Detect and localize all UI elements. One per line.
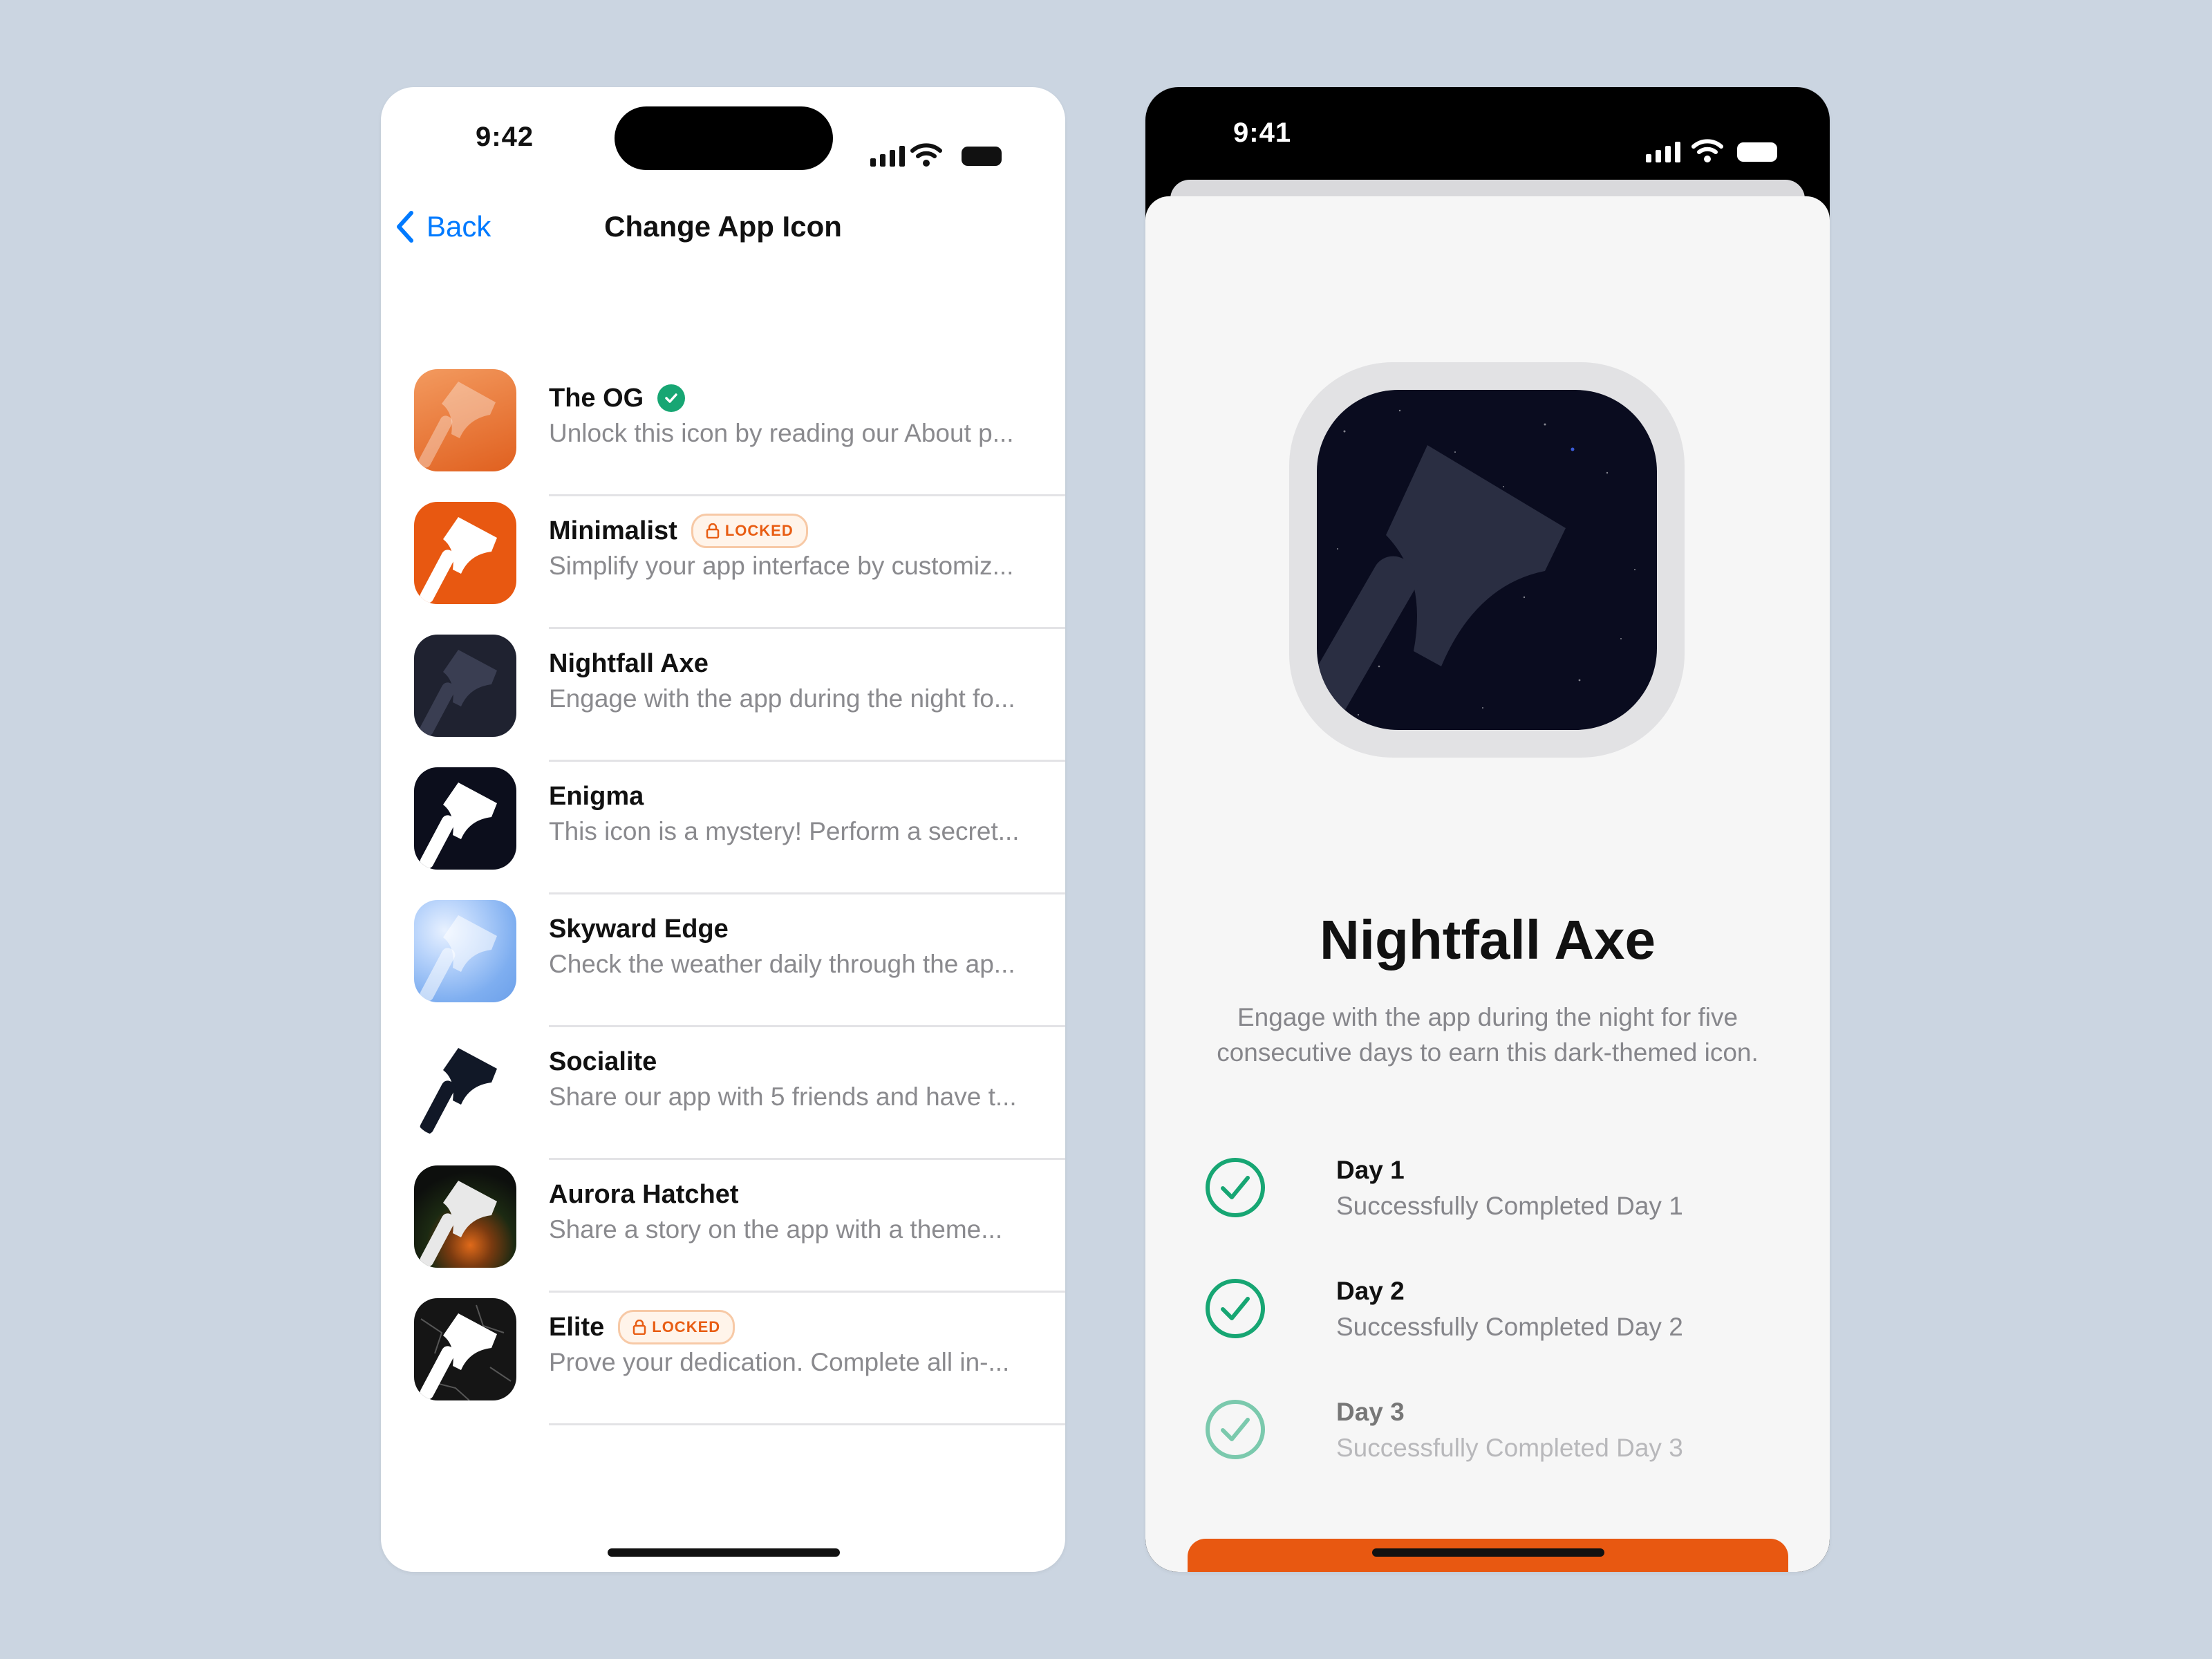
locked-label: LOCKED: [652, 1318, 721, 1335]
day-title: Day 1: [1336, 1156, 1405, 1184]
cellular-signal-icon: [1646, 142, 1680, 162]
item-name: Aurora Hatchet: [549, 1179, 739, 1209]
item-description: This icon is a mystery! Perform a secret…: [549, 817, 1020, 845]
list-item-socialite[interactable]: Socialite Share our app with 5 friends a…: [381, 1027, 1065, 1160]
detail-title: Nightfall Axe: [1320, 909, 1656, 971]
lock-icon: [633, 1320, 646, 1335]
nightfall-axe-app-icon: [414, 635, 516, 737]
item-description: Unlock this icon by reading our About p.…: [549, 419, 1014, 447]
progress-day-2: Day 2 Successfully Completed Day 2: [1205, 1271, 1788, 1392]
list-item-minimalist[interactable]: Minimalist LOCKED Simplify your app inte…: [381, 496, 1065, 629]
detail-description: Engage with the app during the night for…: [1217, 1003, 1759, 1067]
day-title: Day 2: [1336, 1277, 1405, 1305]
icon-detail-screen: 9:41 Nightfall Axe Engage with the app d…: [1145, 87, 1830, 1572]
locked-badge: LOCKED: [691, 514, 808, 548]
dynamic-island: [615, 106, 833, 170]
item-description: Engage with the app during the night fo.…: [549, 684, 1015, 713]
home-indicator[interactable]: [1372, 1548, 1604, 1557]
list-item-aurora-hatchet[interactable]: Aurora Hatchet Share a story on the app …: [381, 1160, 1065, 1293]
item-name: Enigma: [549, 781, 644, 811]
day-status: Successfully Completed Day 3: [1336, 1434, 1683, 1462]
home-indicator[interactable]: [608, 1548, 840, 1557]
day-status: Successfully Completed Day 1: [1336, 1192, 1683, 1220]
cellular-signal-icon: [870, 146, 905, 167]
icon-preview-frame: [1289, 362, 1685, 758]
item-name: Skyward Edge: [549, 914, 729, 944]
status-time: 9:41: [1233, 118, 1292, 148]
icon-list-screen: 9:42 Back Change App Icon The OG Unlock …: [381, 87, 1065, 1572]
wifi-icon: [1691, 139, 1723, 162]
aurora-hatchet-app-icon: [414, 1165, 516, 1268]
lock-icon: [706, 523, 720, 538]
list-item-the-og[interactable]: The OG Unlock this icon by reading our A…: [381, 364, 1065, 496]
chevron-left-icon: [397, 211, 413, 243]
item-name: Elite: [549, 1312, 605, 1342]
day-status: Successfully Completed Day 2: [1336, 1313, 1683, 1341]
progress-day-1: Day 1 Successfully Completed Day 1: [1205, 1150, 1788, 1271]
check-circle-icon: [1206, 1158, 1265, 1217]
status-bar: 9:41: [1145, 87, 1830, 191]
item-description: Simplify your app interface by customiz.…: [549, 552, 1014, 580]
back-label: Back: [427, 210, 491, 243]
elite-app-icon: [414, 1298, 516, 1400]
day-title: Day 3: [1336, 1398, 1405, 1426]
item-name: Socialite: [549, 1047, 657, 1076]
battery-icon: [962, 147, 1002, 166]
verified-check-icon: [657, 384, 686, 412]
locked-label: LOCKED: [724, 522, 794, 539]
check-circle-icon: [1206, 1400, 1265, 1459]
enigma-app-icon: [414, 767, 516, 870]
status-bar: 9:42: [381, 87, 1065, 191]
the-og-app-icon: [414, 369, 516, 471]
skyward-edge-app-icon: [414, 900, 516, 1002]
list-item-enigma[interactable]: Enigma This icon is a mystery! Perform a…: [381, 762, 1065, 894]
item-name: Minimalist: [549, 516, 677, 545]
item-description: Share our app with 5 friends and have t.…: [549, 1082, 1017, 1111]
icon-list: The OG Unlock this icon by reading our A…: [381, 364, 1065, 1425]
item-name: The OG: [549, 383, 644, 413]
list-item-skyward-edge[interactable]: Skyward Edge Check the weather daily thr…: [381, 894, 1065, 1027]
item-description: Prove your dedication. Complete all in-.…: [549, 1348, 1010, 1376]
locked-badge: LOCKED: [618, 1310, 735, 1344]
progress-day-3: Day 3 Successfully Completed Day 3: [1205, 1392, 1788, 1513]
item-description: Share a story on the app with a theme...: [549, 1215, 1003, 1244]
list-item-nightfall-axe[interactable]: Nightfall Axe Engage with the app during…: [381, 629, 1065, 762]
list-item-elite[interactable]: Elite LOCKED Prove your dedication. Comp…: [381, 1293, 1065, 1425]
check-circle-icon: [1206, 1279, 1265, 1338]
detail-sheet: Nightfall Axe Engage with the app during…: [1145, 196, 1830, 1572]
minimalist-app-icon: [414, 502, 516, 604]
socialite-app-icon: [414, 1033, 516, 1135]
wifi-icon: [910, 143, 942, 167]
progress-list: Day 1 Successfully Completed Day 1 Day 2…: [1205, 1150, 1788, 1513]
nightfall-axe-preview-icon: [1317, 390, 1657, 730]
item-name: Nightfall Axe: [549, 648, 709, 678]
back-button[interactable]: Back: [396, 210, 491, 243]
item-description: Check the weather daily through the ap..…: [549, 950, 1015, 978]
battery-icon: [1737, 142, 1777, 162]
status-time: 9:42: [476, 122, 534, 152]
row-divider: [549, 1423, 1065, 1425]
